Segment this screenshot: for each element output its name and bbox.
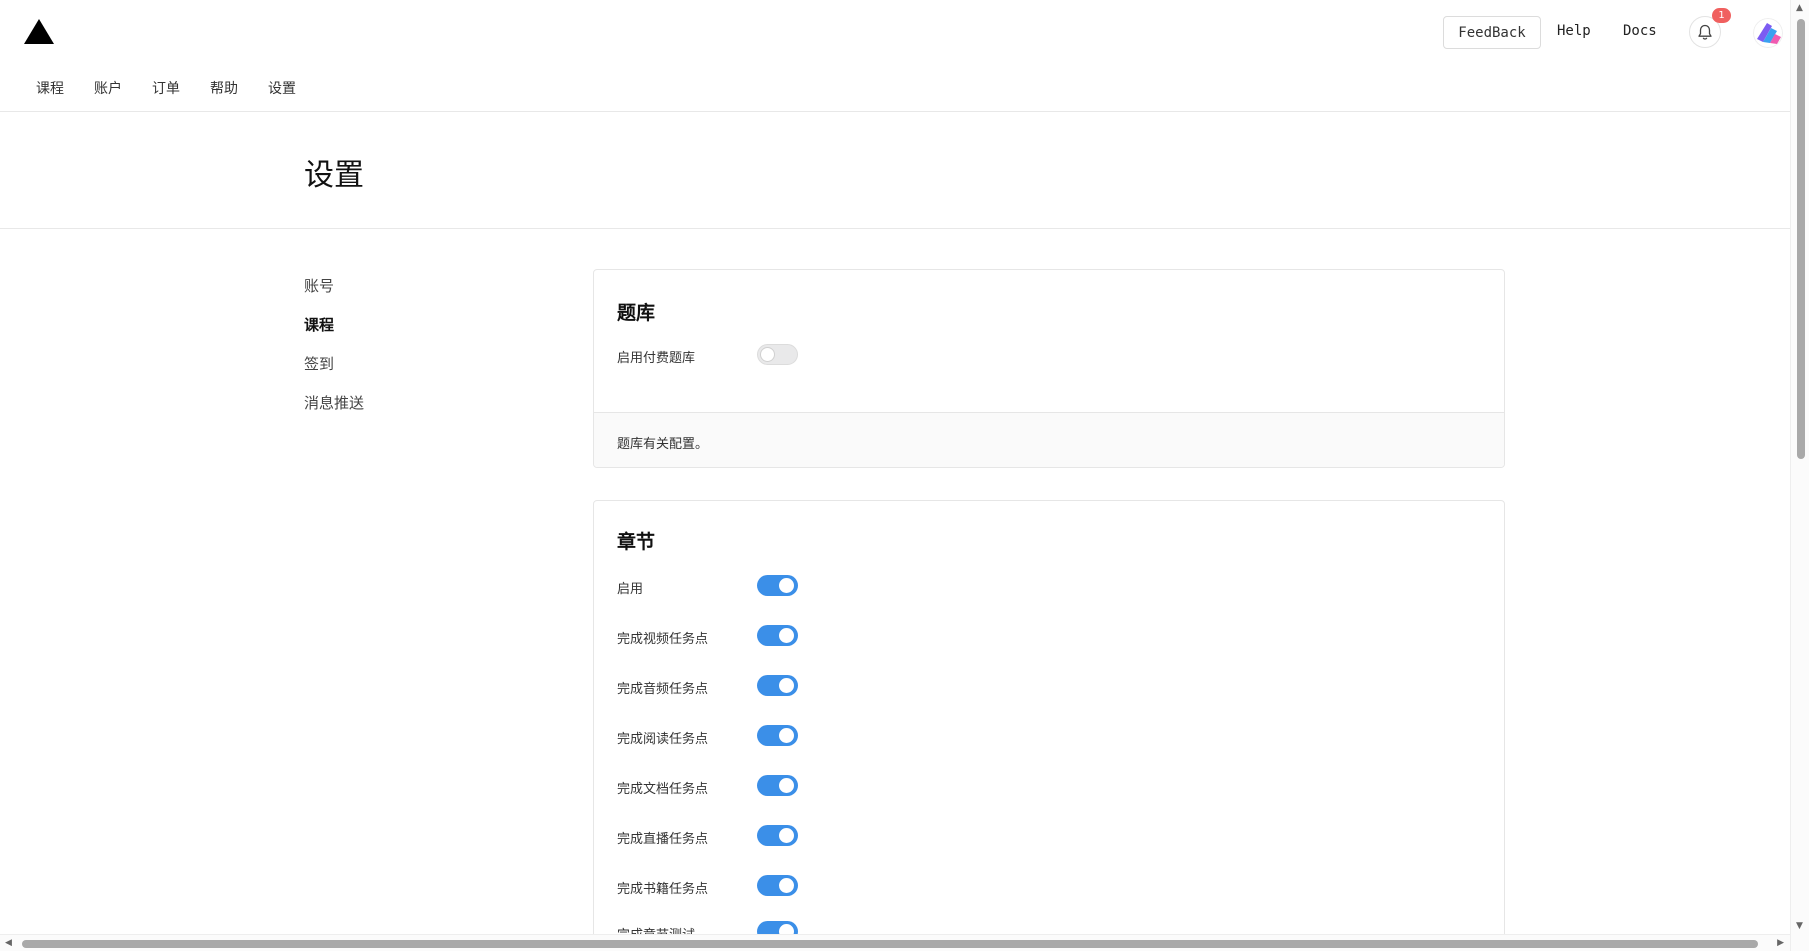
scroll-up-arrow-icon[interactable]: ▲ (1796, 3, 1803, 13)
book-task-toggle[interactable] (757, 875, 798, 896)
chapter-title: 章节 (617, 531, 656, 553)
setting-row: 完成视频任务点 (617, 625, 917, 649)
chapter-card: 章节 启用 完成视频任务点 完成音频任务点 完成阅读任务点 完成文档任务点 完成… (593, 500, 1505, 951)
vertical-scrollbar[interactable]: ▲ ▼ (1790, 0, 1809, 951)
avatar[interactable] (1753, 18, 1783, 48)
notification-badge: 1 (1712, 8, 1731, 23)
nav-tab-help[interactable]: 帮助 (210, 78, 238, 98)
live-task-toggle[interactable] (757, 825, 798, 846)
toggle-knob (779, 778, 794, 793)
setting-label: 启用 (617, 582, 644, 597)
setting-row: 完成文档任务点 (617, 775, 917, 799)
page-title: 设置 (304, 158, 364, 193)
bell-icon (1698, 24, 1712, 40)
setting-row: 完成书籍任务点 (617, 875, 917, 899)
setting-label: 完成音频任务点 (617, 682, 709, 697)
setting-label: 完成直播任务点 (617, 832, 709, 847)
vertical-scroll-thumb[interactable] (1797, 19, 1805, 459)
horizontal-scrollbar[interactable]: ◀ ▶ (0, 934, 1790, 951)
toggle-knob (779, 728, 794, 743)
main-nav: 课程 账户 订单 帮助 设置 (36, 78, 296, 98)
settings-sidemenu: 账号 课程 签到 消息推送 (304, 276, 364, 432)
toggle-knob (779, 678, 794, 693)
setting-label: 启用付费题库 (617, 351, 696, 366)
audio-task-toggle[interactable] (757, 675, 798, 696)
toggle-knob (760, 347, 775, 362)
setting-label: 完成书籍任务点 (617, 882, 709, 897)
nav-tab-courses[interactable]: 课程 (36, 78, 64, 98)
app-viewport: FeedBack Help Docs 1 课程 账户 订单 帮助 设置 设置 账… (0, 0, 1809, 951)
sidemenu-item-checkin[interactable]: 签到 (304, 354, 364, 393)
setting-label: 完成视频任务点 (617, 632, 709, 647)
toggle-knob (779, 578, 794, 593)
setting-row: 完成音频任务点 (617, 675, 917, 699)
nav-tab-orders[interactable]: 订单 (152, 78, 180, 98)
setting-label: 完成文档任务点 (617, 782, 709, 797)
nav-tab-account[interactable]: 账户 (94, 78, 122, 98)
reading-task-toggle[interactable] (757, 725, 798, 746)
docs-link[interactable]: Docs (1623, 23, 1657, 39)
scroll-left-arrow-icon[interactable]: ◀ (5, 938, 12, 948)
document-task-toggle[interactable] (757, 775, 798, 796)
sidemenu-item-course[interactable]: 课程 (304, 315, 364, 354)
setting-row: 启用 (617, 575, 917, 599)
sidemenu-item-push-notification[interactable]: 消息推送 (304, 393, 364, 432)
setting-row: 完成阅读任务点 (617, 725, 917, 749)
question-bank-title: 题库 (617, 302, 656, 324)
paid-question-bank-toggle[interactable] (757, 344, 798, 365)
title-divider (0, 228, 1790, 229)
scroll-right-arrow-icon[interactable]: ▶ (1777, 938, 1784, 948)
toggle-knob (779, 878, 794, 893)
nav-tab-settings[interactable]: 设置 (268, 78, 296, 98)
chapter-enable-toggle[interactable] (757, 575, 798, 596)
horizontal-scroll-thumb[interactable] (22, 940, 1758, 948)
feedback-button[interactable]: FeedBack (1443, 16, 1541, 49)
scroll-down-arrow-icon[interactable]: ▼ (1796, 921, 1803, 931)
video-task-toggle[interactable] (757, 625, 798, 646)
setting-row: 启用付费题库 (617, 344, 917, 368)
question-bank-footer-note: 题库有关配置。 (594, 412, 1504, 467)
toggle-knob (779, 628, 794, 643)
toggle-knob (779, 828, 794, 843)
help-link[interactable]: Help (1557, 23, 1591, 39)
sidemenu-item-account[interactable]: 账号 (304, 276, 364, 315)
setting-label: 完成阅读任务点 (617, 732, 709, 747)
header-divider (0, 111, 1790, 112)
top-header: FeedBack Help Docs 1 (0, 0, 1790, 64)
question-bank-card: 题库 启用付费题库 题库有关配置。 (593, 269, 1505, 468)
logo-triangle-icon[interactable] (24, 19, 54, 44)
setting-row: 完成直播任务点 (617, 825, 917, 849)
